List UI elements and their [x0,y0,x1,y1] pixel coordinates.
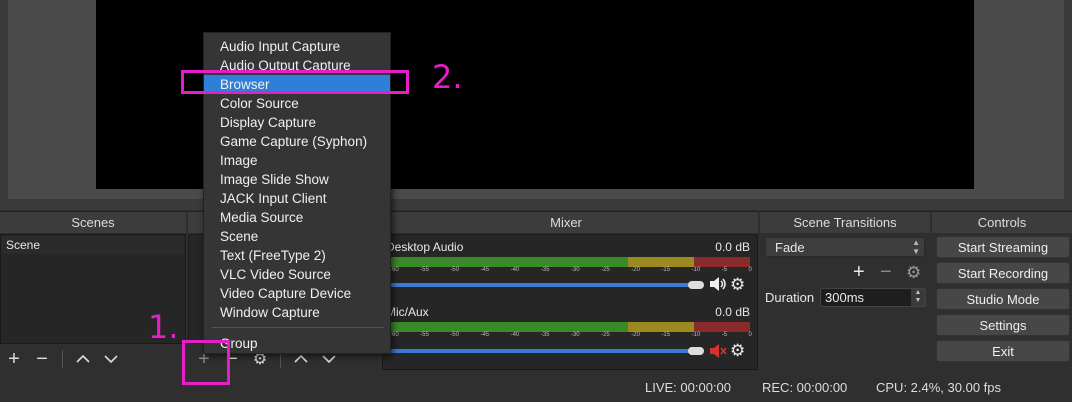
toolbar-separator [62,350,63,368]
cpu-status: CPU: 2.4%, 30.00 fps [876,380,1002,395]
duration-value: 300ms [825,290,865,305]
transition-select[interactable]: Fade ▲ ▼ [765,237,925,257]
meter-ticks: -60 -55 -50 -45 -40 -35 -30 -25 -20 -15 -10 -5 0 [390,267,752,273]
exit-button[interactable]: Exit [936,340,1070,362]
gear-icon[interactable]: ⚙ [906,263,921,283]
scene-list-item[interactable]: Scene [1,236,184,254]
muted-speaker-icon[interactable] [709,343,727,362]
studio-mode-button[interactable]: Studio Mode [936,288,1070,310]
duration-label: Duration [765,290,815,305]
annotation-highlight-add [182,340,230,385]
remove-scene-button[interactable]: − [28,348,56,370]
menu-separator [212,327,384,328]
move-scene-up-button[interactable] [69,348,97,370]
mixer-channel-name: Mic/Aux [386,305,429,319]
volume-slider[interactable] [390,349,690,353]
meter-ticks: -60 -55 -50 -45 -40 -35 -30 -25 -20 -15 -10 -5 0 [390,332,752,338]
add-transition-button[interactable]: + [853,261,865,284]
menu-item-scene[interactable]: Scene [204,227,390,246]
move-scene-down-button[interactable] [97,348,125,370]
menu-item-media-source[interactable]: Media Source [204,208,390,227]
settings-button[interactable]: Settings [936,314,1070,336]
live-status: LIVE: 00:00:00 [645,380,732,395]
annotation-highlight-browser [181,70,409,94]
scenes-header: Scenes [0,211,186,233]
menu-item-color-source[interactable]: Color Source [204,94,390,113]
menu-item-display-capture[interactable]: Display Capture [204,113,390,132]
annotation-step-two: 2. [432,58,463,96]
add-scene-button[interactable]: + [0,348,28,370]
start-streaming-button[interactable]: Start Streaming [936,236,1070,258]
chevron-down-icon [104,355,118,364]
mixer-header: Mixer [374,211,758,233]
volume-slider-handle[interactable] [688,281,704,289]
chevron-up-icon [76,354,90,363]
annotation-step-one: 1. [148,308,179,346]
mixer-channel-name: Desktop Audio [386,240,464,254]
menu-item-vlc-video-source[interactable]: VLC Video Source [204,265,390,284]
scenes-toolbar: + − [0,346,186,372]
menu-item-video-capture-device[interactable]: Video Capture Device [204,284,390,303]
start-recording-button[interactable]: Start Recording [936,262,1070,284]
speaker-icon[interactable] [709,276,727,295]
menu-item-image[interactable]: Image [204,151,390,170]
chevron-up-icon [294,354,308,363]
chevron-down-icon [322,355,336,364]
volume-slider-handle[interactable] [688,347,704,355]
remove-transition-button[interactable]: − [880,261,892,284]
menu-item-jack-input-client[interactable]: JACK Input Client [204,189,390,208]
menu-item-text-freetype[interactable]: Text (FreeType 2) [204,246,390,265]
gear-icon[interactable]: ⚙ [730,275,745,295]
rec-status: REC: 00:00:00 [762,380,848,395]
mixer-channel-level: 0.0 dB [715,240,750,254]
audio-meter [390,257,750,267]
gear-icon[interactable]: ⚙ [730,341,745,361]
menu-item-image-slide-show[interactable]: Image Slide Show [204,170,390,189]
transition-select-value: Fade [775,240,805,255]
updown-arrows-icon: ▲ ▼ [912,238,920,256]
audio-meter [390,322,750,332]
menu-item-audio-input-capture[interactable]: Audio Input Capture [204,37,390,56]
menu-item-window-capture[interactable]: Window Capture [204,303,390,322]
controls-header: Controls [932,211,1072,233]
volume-slider[interactable] [390,283,690,287]
duration-spinner[interactable]: ▲ ▼ [911,289,925,306]
menu-item-game-capture[interactable]: Game Capture (Syphon) [204,132,390,151]
mixer-channel-level: 0.0 dB [715,305,750,319]
menu-item-group[interactable]: Group [204,334,390,353]
transitions-header: Scene Transitions [760,211,930,233]
duration-input[interactable]: 300ms ▲ ▼ [820,288,926,307]
